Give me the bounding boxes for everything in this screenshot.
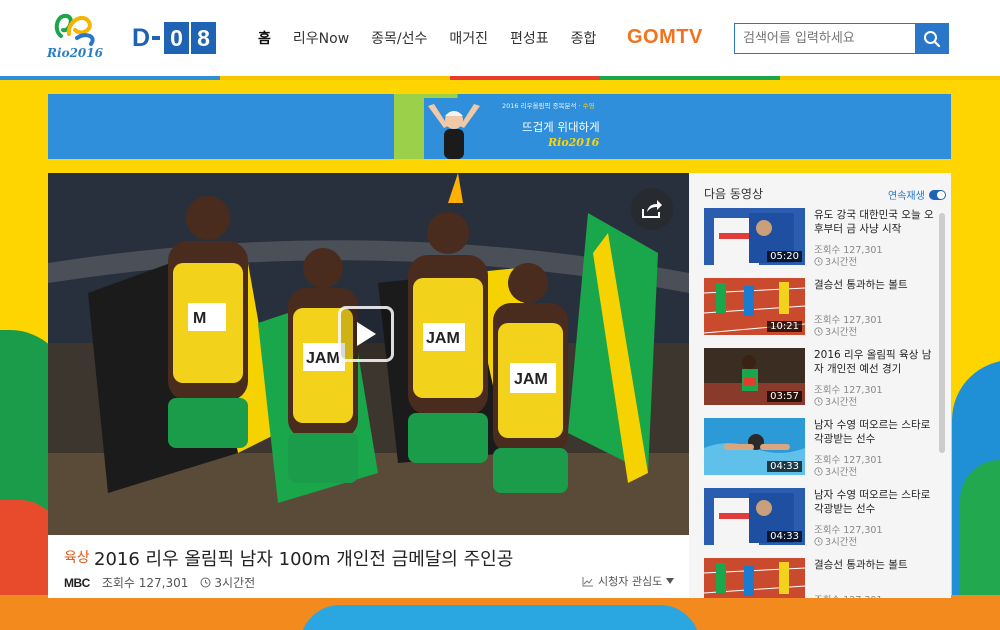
next-video-time: 3시간전 [814,394,857,408]
video-frame[interactable]: M JAM JAM JAM [48,173,689,535]
banner-subtext: 2016 리우올림픽 종목분석 · 수영 [502,102,595,110]
scrollbar[interactable] [939,213,945,453]
next-video-time-text: 3시간전 [825,327,858,338]
viewer-interest-toggle[interactable]: 시청자 관심도 [582,573,675,589]
next-video-item[interactable]: 10:21 결승선 통과하는 볼트 조회수 127,301 3시간전 [704,278,934,338]
video-thumbnail[interactable]: 03:57 [704,348,805,405]
swimmer-image [424,98,484,159]
video-thumbnail[interactable] [704,558,805,598]
next-video-item[interactable]: 04:33 남자 수영 떠오르는 스타로 각광받는 선수 조회수 127,301 3시… [704,418,934,478]
next-videos-heading: 다음 동영상 [704,187,764,201]
video-meta: MBC 조회수 127,301 3시간전 [64,574,255,591]
next-video-time-text: 3시간전 [825,257,858,268]
autoplay-toggle[interactable]: 연속재생 [888,187,946,202]
d-day-digit: 0 [164,22,190,54]
video-thumbnail[interactable]: 10:21 [704,278,805,335]
background-decoration [300,605,700,630]
next-video-time-text: 3시간전 [825,467,858,478]
main-nav: 홈 리우Now 종목/선수 매거진 편성표 종합 [258,28,596,48]
play-icon [357,322,376,346]
video-time-text: 3시간전 [214,576,256,590]
search-box [734,23,949,54]
banner-subtext-highlight: 수영 [582,102,595,110]
next-video-item[interactable]: 04:33 남자 수영 떠오르는 스타로 각광받는 선수 조회수 127,301 3시… [704,488,934,548]
d-day-counter: D 0 8 [132,22,217,54]
svg-text:M: M [193,310,206,327]
video-duration: 03:57 [767,391,802,402]
logo-text: Rio2016 [47,46,103,60]
next-video-title[interactable]: 남자 수영 떠오르는 스타로 각광받는 선수 [814,488,934,516]
nav-overall[interactable]: 종합 [571,28,597,48]
next-videos-panel: 다음 동영상 연속재생 05:20 유도 강국 대한민국 오늘 오후부터 금 사냥… [689,173,951,598]
d-day-dash [152,36,161,40]
clock-icon [200,577,211,588]
next-video-title[interactable]: 결승선 통과하는 볼트 [814,558,934,572]
next-video-time: 3시간전 [814,534,857,548]
search-button[interactable] [915,24,948,53]
play-button[interactable] [338,306,394,362]
next-video-time: 3시간전 [814,254,857,268]
banner-headline: 뜨겁게 위대하게 [522,120,600,134]
next-video-title[interactable]: 유도 강국 대한민국 오늘 오후부터 금 사냥 시작 [814,208,934,236]
broadcaster-logo: MBC [64,575,90,590]
nav-rio-now[interactable]: 리우Now [293,28,349,48]
svg-text:JAM: JAM [426,330,460,347]
next-video-time: 3시간전 [814,324,857,338]
search-icon [923,30,940,47]
video-thumbnail[interactable]: 05:20 [704,208,805,265]
banner-subtext-main: 2016 리우올림픽 종목분석 [502,102,577,110]
banner-logo-text: Rio2016 [548,136,600,149]
search-input[interactable] [735,24,915,53]
share-button[interactable] [631,188,673,230]
viewer-interest-label: 시청자 관심도 [598,575,663,588]
next-video-item[interactable]: 05:20 유도 강국 대한민국 오늘 오후부터 금 사냥 시작 조회수 127,3… [704,208,934,268]
d-day-digit: 8 [191,22,217,54]
clock-icon [814,326,823,336]
trend-chart-icon [582,576,593,586]
video-duration: 04:33 [767,461,802,472]
video-category[interactable]: 육상 [64,547,90,567]
next-video-title[interactable]: 남자 수영 떠오르는 스타로 각광받는 선수 [814,418,934,446]
nav-magazine[interactable]: 매거진 [449,28,488,48]
next-video-views: 조회수 127,301 [814,592,883,598]
nav-schedule[interactable]: 편성표 [510,28,549,48]
d-day-prefix: D [132,23,151,52]
next-video-time-text: 3시간전 [825,397,858,408]
nav-home[interactable]: 홈 [258,28,271,48]
next-video-title[interactable]: 결승선 통과하는 볼트 [814,278,934,292]
caret-down-icon [666,578,675,584]
video-title[interactable]: 2016 리우 올림픽 남자 100m 개인전 금메달의 주인공 [94,545,513,571]
clock-icon [814,396,823,406]
header: Rio2016 D 0 8 홈 리우Now 종목/선수 매거진 편성표 종합 G… [0,0,1000,80]
clock-icon [814,256,823,266]
next-video-item[interactable]: 03:57 2016 리우 올림픽 육상 남자 개인전 예선 경기 조회수 127,… [704,348,934,408]
share-icon [642,200,662,218]
main-video-player: M JAM JAM JAM 육상 2016 리우 올림픽 남자 100m 개인전 금메… [48,173,689,598]
ad-banner[interactable]: 2016 리우올림픽 종목분석 · 수영 뜨겁게 위대하게 Rio2016 [48,94,951,159]
video-duration: 05:20 [767,251,802,262]
svg-text:JAM: JAM [306,350,340,367]
clock-icon [814,466,823,476]
video-views: 조회수 127,301 [101,576,189,590]
next-video-title[interactable]: 2016 리우 올림픽 육상 남자 개인전 예선 경기 [814,348,934,376]
next-video-time-text: 3시간전 [825,537,858,548]
nav-sports-athletes[interactable]: 종목/선수 [371,28,427,48]
rio-logo-figure-icon [54,13,95,46]
video-thumbnail[interactable]: 04:33 [704,418,805,475]
next-video-time: 3시간전 [814,464,857,478]
video-caption: 육상 2016 리우 올림픽 남자 100m 개인전 금메달의 주인공 MBC … [48,535,689,598]
video-duration: 10:21 [767,321,802,332]
clock-icon [814,536,823,546]
autoplay-label: 연속재생 [888,191,925,202]
banner-content: 2016 리우올림픽 종목분석 · 수영 뜨겁게 위대하게 Rio2016 [394,94,606,159]
svg-text:JAM: JAM [514,371,548,388]
gomtv-logo[interactable]: GOMTV [627,26,703,49]
video-time: 3시간전 [200,574,255,591]
next-video-item[interactable]: 결승선 통과하는 볼트조회수 127,3013시간전 [704,558,934,598]
toggle-switch-icon[interactable] [928,189,946,200]
video-duration: 04:33 [767,531,802,542]
rio2016-logo[interactable]: Rio2016 [47,6,103,64]
video-thumbnail[interactable]: 04:33 [704,488,805,545]
